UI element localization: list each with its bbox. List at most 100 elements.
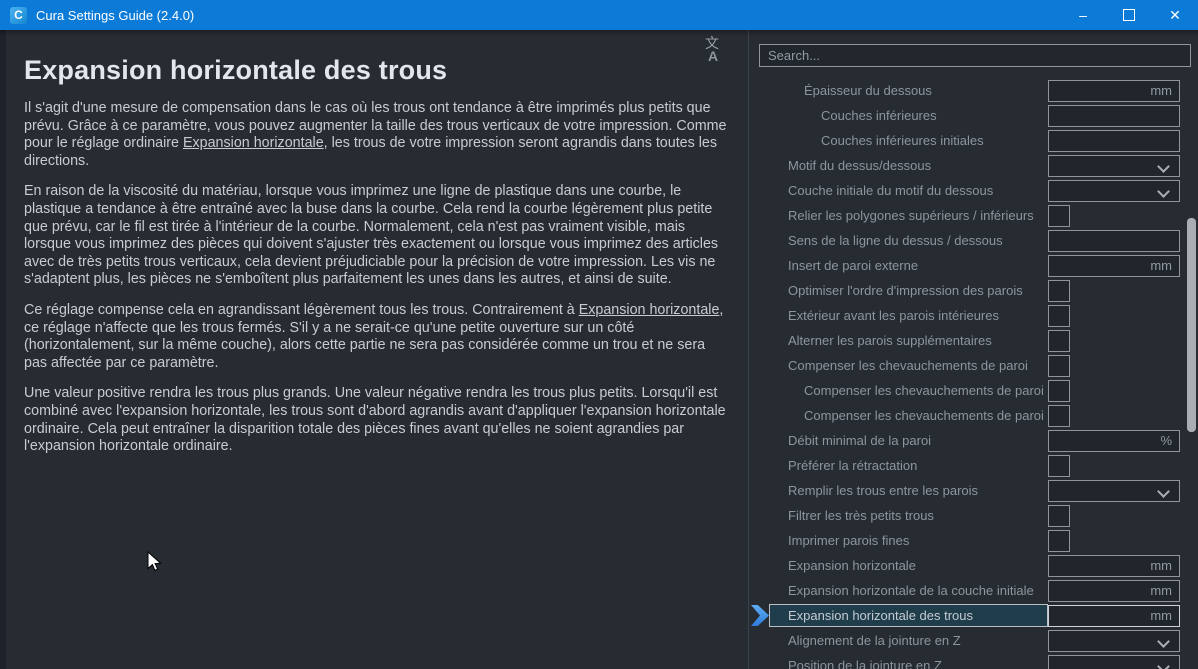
setting-link[interactable]: Expansion horizontale — [579, 302, 720, 318]
setting-control — [1048, 229, 1180, 252]
setting-label[interactable]: Motif du dessus/dessous — [769, 154, 1048, 177]
setting-label[interactable]: Sens de la ligne du dessus / dessous — [769, 229, 1048, 252]
setting-label[interactable]: Alignement de la jointure en Z — [769, 629, 1048, 652]
setting-checkbox[interactable] — [1048, 529, 1070, 552]
setting-checkbox[interactable] — [1048, 354, 1070, 377]
setting-value-input[interactable]: % — [1048, 429, 1180, 452]
setting-label[interactable]: Insert de paroi externe — [769, 254, 1048, 277]
setting-value-input[interactable] — [1048, 104, 1180, 127]
setting-label[interactable]: Couche initiale du motif du dessous — [769, 179, 1048, 202]
setting-label[interactable]: Compenser les chevauchements de paroi ex… — [769, 379, 1048, 402]
setting-dropdown[interactable] — [1048, 479, 1180, 502]
setting-control — [1048, 529, 1180, 552]
setting-dropdown[interactable] — [1048, 179, 1180, 202]
setting-checkbox[interactable] — [1048, 279, 1070, 302]
setting-control — [1048, 454, 1180, 477]
setting-value-input[interactable] — [1048, 229, 1180, 252]
setting-control — [1048, 204, 1180, 227]
minimize-button[interactable]: – — [1060, 0, 1106, 30]
setting-value-input[interactable]: mm — [1048, 604, 1180, 627]
setting-checkbox[interactable] — [1048, 504, 1070, 527]
setting-label[interactable]: Débit minimal de la paroi — [769, 429, 1048, 452]
setting-row: Filtrer les très petits trous — [749, 503, 1198, 528]
maximize-button[interactable] — [1106, 0, 1152, 30]
setting-value-input[interactable] — [1048, 129, 1180, 152]
unit-label: mm — [1150, 558, 1172, 573]
setting-control — [1048, 354, 1180, 377]
setting-label[interactable]: Filtrer les très petits trous — [769, 504, 1048, 527]
setting-label[interactable]: Couches inférieures — [769, 104, 1048, 127]
setting-row: Compenser les chevauchements de paroi ex… — [749, 378, 1198, 403]
setting-label[interactable]: Expansion horizontale des trous — [769, 604, 1048, 627]
setting-label[interactable]: Extérieur avant les parois intérieures — [769, 304, 1048, 327]
setting-control: mm — [1048, 254, 1180, 277]
setting-value-input[interactable]: mm — [1048, 554, 1180, 577]
setting-value-input[interactable]: mm — [1048, 79, 1180, 102]
window-controls: – ✕ — [1060, 0, 1198, 30]
setting-row: Relier les polygones supérieurs / inféri… — [749, 203, 1198, 228]
setting-link[interactable]: Expansion horizontale — [183, 135, 324, 151]
setting-control — [1048, 629, 1180, 652]
setting-checkbox[interactable] — [1048, 404, 1070, 427]
setting-checkbox[interactable] — [1048, 329, 1070, 352]
setting-label[interactable]: Imprimer parois fines — [769, 529, 1048, 552]
scrollbar-thumb[interactable] — [1187, 218, 1196, 432]
setting-label[interactable]: Expansion horizontale de la couche initi… — [769, 579, 1048, 602]
setting-control — [1048, 379, 1180, 402]
search-input[interactable] — [759, 44, 1191, 67]
setting-label[interactable]: Expansion horizontale — [769, 554, 1048, 577]
setting-value-input[interactable]: mm — [1048, 579, 1180, 602]
setting-dropdown[interactable] — [1048, 154, 1180, 177]
setting-control — [1048, 129, 1180, 152]
translate-icon-glyph: A — [708, 48, 719, 64]
setting-control: mm — [1048, 79, 1180, 102]
setting-row: Préférer la rétractation — [749, 453, 1198, 478]
chevron-down-icon — [1157, 634, 1170, 648]
chevron-down-icon — [1157, 659, 1170, 669]
setting-row: Couche initiale du motif du dessous — [749, 178, 1198, 203]
setting-row: Couches inférieures — [749, 103, 1198, 128]
chevron-down-icon — [1157, 184, 1170, 198]
setting-control — [1048, 479, 1180, 502]
setting-label[interactable]: Couches inférieures initiales — [769, 129, 1048, 152]
setting-dropdown[interactable] — [1048, 629, 1180, 652]
setting-label[interactable]: Remplir les trous entre les parois — [769, 479, 1048, 502]
setting-value-input[interactable]: mm — [1048, 254, 1180, 277]
unit-label: mm — [1150, 83, 1172, 98]
paragraph-text: Ce réglage compense cela en agrandissant… — [24, 301, 579, 318]
setting-label[interactable]: Épaisseur du dessous — [769, 79, 1048, 102]
paragraph-text: En raison de la viscosité du matériau, l… — [24, 183, 719, 288]
article-paragraph: Une valeur positive rendra les trous plu… — [24, 385, 728, 455]
setting-label[interactable]: Préférer la rétractation — [769, 454, 1048, 477]
setting-label[interactable]: Optimiser l'ordre d'impression des paroi… — [769, 279, 1048, 302]
setting-control — [1048, 104, 1180, 127]
setting-control — [1048, 404, 1180, 427]
setting-label[interactable]: Position de la jointure en Z — [769, 654, 1048, 669]
setting-checkbox[interactable] — [1048, 379, 1070, 402]
setting-control — [1048, 154, 1180, 177]
paragraph-text: Une valeur positive rendra les trous plu… — [24, 385, 726, 455]
setting-row: Remplir les trous entre les parois — [749, 478, 1198, 503]
setting-control: % — [1048, 429, 1180, 452]
setting-checkbox[interactable] — [1048, 304, 1070, 327]
setting-row: Sens de la ligne du dessus / dessous — [749, 228, 1198, 253]
setting-control — [1048, 504, 1180, 527]
settings-list: Épaisseur du dessous mm Couches inférieure… — [749, 78, 1198, 669]
setting-label[interactable]: Alterner les parois supplémentaires — [769, 329, 1048, 352]
setting-row: Compenser les chevauchements de paroi — [749, 353, 1198, 378]
setting-row: Expansion horizontale de la couche initi… — [749, 578, 1198, 603]
setting-label[interactable]: Relier les polygones supérieurs / inféri… — [769, 204, 1048, 227]
setting-checkbox[interactable] — [1048, 204, 1070, 227]
settings-sidebar: Épaisseur du dessous mm Couches inférieure… — [748, 30, 1198, 669]
setting-row: Épaisseur du dessous mm — [749, 78, 1198, 103]
unit-label: mm — [1150, 583, 1172, 598]
translate-icon[interactable]: 文 A — [700, 35, 728, 64]
chevron-down-icon — [1157, 484, 1170, 498]
setting-dropdown[interactable] — [1048, 654, 1180, 669]
titlebar: C Cura Settings Guide (2.4.0) – ✕ — [0, 0, 1198, 30]
setting-label[interactable]: Compenser les chevauchements de paroi — [769, 354, 1048, 377]
setting-label[interactable]: Compenser les chevauchements de paroi in… — [769, 404, 1048, 427]
chevron-down-icon — [1157, 159, 1170, 173]
close-button[interactable]: ✕ — [1152, 0, 1198, 30]
setting-checkbox[interactable] — [1048, 454, 1070, 477]
